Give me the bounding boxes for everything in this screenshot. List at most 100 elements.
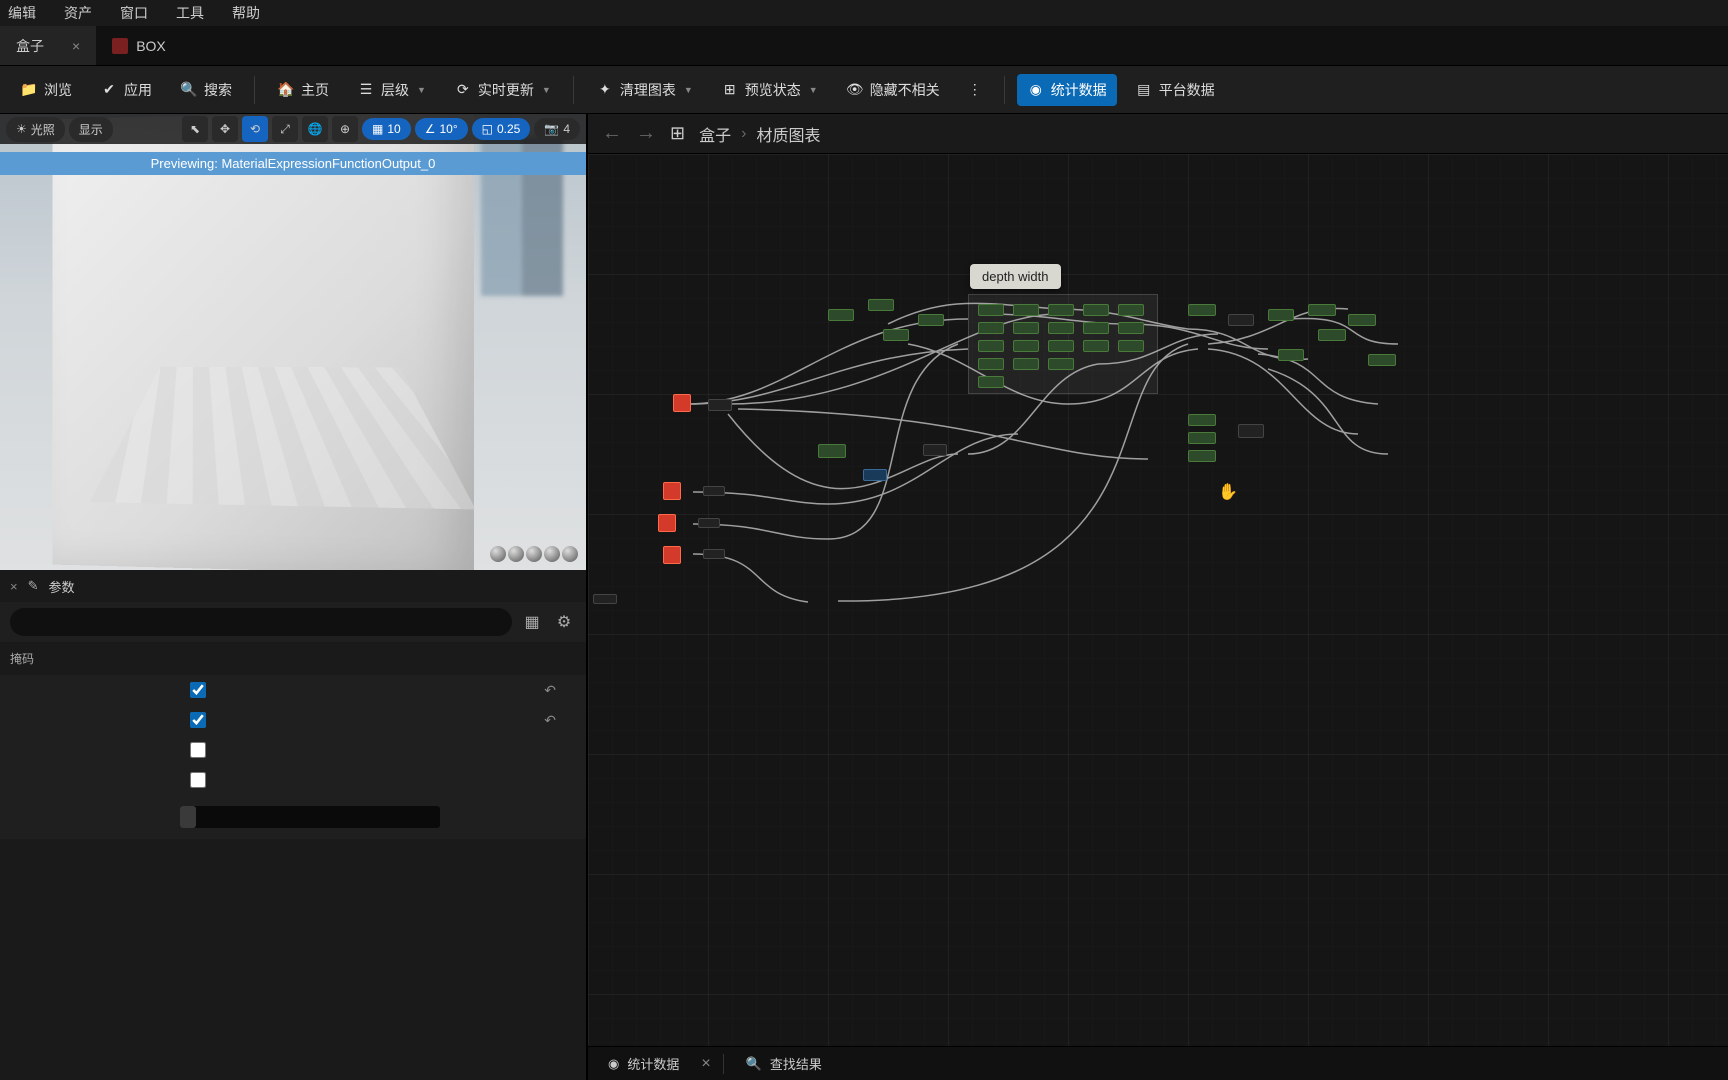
shape-custom[interactable]	[562, 546, 578, 562]
graph-node[interactable]	[1118, 340, 1144, 352]
preview-viewport[interactable]: ☀ 光照 显示 ⬉ ✥ ⟲ ⤢ 🌐 ⊕ ▦ 10 ∠ 10°	[0, 114, 586, 570]
graph-node[interactable]	[1083, 340, 1109, 352]
checkbox-2[interactable]	[190, 712, 206, 728]
graph-node[interactable]	[863, 469, 887, 481]
graph-node[interactable]	[1188, 432, 1216, 444]
graph-node[interactable]	[1318, 329, 1346, 341]
graph-node[interactable]	[1118, 322, 1144, 334]
clean-graph-dropdown[interactable]: ✦ 清理图表 ▼	[586, 74, 703, 106]
tab-box-en[interactable]: BOX	[96, 26, 182, 65]
select-tool[interactable]: ⬉	[182, 116, 208, 142]
nav-forward-icon[interactable]: →	[636, 122, 656, 145]
graph-node[interactable]	[1083, 322, 1109, 334]
browse-button[interactable]: 📁 浏览	[10, 74, 82, 106]
material-graph-canvas[interactable]: depth width ✋	[588, 154, 1728, 1046]
section-mask[interactable]: 掩码	[0, 642, 586, 675]
graph-node[interactable]	[708, 399, 732, 411]
graph-node[interactable]	[703, 549, 725, 559]
camera-speed[interactable]: 📷 4	[534, 118, 580, 140]
graph-node[interactable]	[923, 444, 947, 456]
value-slider[interactable]	[180, 806, 440, 828]
checkbox-1[interactable]	[190, 682, 206, 698]
graph-node[interactable]	[1368, 354, 1396, 366]
preview-state-dropdown[interactable]: ⊞ 预览状态 ▼	[711, 74, 828, 106]
graph-node[interactable]	[918, 314, 944, 326]
graph-node[interactable]	[978, 358, 1004, 370]
menu-asset[interactable]: 资产	[64, 3, 92, 23]
graph-node[interactable]	[818, 444, 846, 458]
tab-box-cn[interactable]: 盒子 ×	[0, 26, 96, 65]
undo-icon[interactable]: ↶	[544, 682, 556, 699]
platform-data-button[interactable]: ▤ 平台数据	[1125, 74, 1225, 106]
graph-node[interactable]	[663, 546, 681, 564]
menu-tools[interactable]: 工具	[176, 3, 204, 23]
move-tool[interactable]: ✥	[212, 116, 238, 142]
checkbox-3[interactable]	[190, 742, 206, 758]
close-icon[interactable]: ×	[72, 38, 80, 54]
graph-node[interactable]	[978, 340, 1004, 352]
hierarchy-dropdown[interactable]: ☰ 层级 ▼	[347, 74, 436, 106]
graph-node[interactable]	[698, 518, 720, 528]
graph-node[interactable]	[1048, 340, 1074, 352]
graph-node[interactable]	[1118, 304, 1144, 316]
shape-cylinder[interactable]	[490, 546, 506, 562]
shape-plane[interactable]	[526, 546, 542, 562]
menu-help[interactable]: 帮助	[232, 3, 260, 23]
apply-button[interactable]: ✔ 应用	[90, 74, 162, 106]
checkbox-4[interactable]	[190, 772, 206, 788]
close-icon[interactable]: ×	[10, 579, 18, 594]
graph-node[interactable]	[1188, 414, 1216, 426]
graph-node[interactable]	[1278, 349, 1304, 361]
search-button[interactable]: 🔍 搜索	[170, 74, 242, 106]
graph-node[interactable]	[1268, 309, 1294, 321]
graph-node[interactable]	[1048, 322, 1074, 334]
shape-cube[interactable]	[544, 546, 560, 562]
params-search-input[interactable]	[10, 608, 512, 636]
graph-node[interactable]	[978, 322, 1004, 334]
display-button[interactable]: 显示	[69, 117, 113, 142]
shape-sphere[interactable]	[508, 546, 524, 562]
graph-node[interactable]	[978, 376, 1004, 388]
grid-snap[interactable]: ▦ 10	[362, 118, 411, 140]
graph-node[interactable]	[593, 594, 617, 604]
breadcrumb-current[interactable]: 材质图表	[756, 122, 820, 146]
lighting-mode-button[interactable]: ☀ 光照	[6, 117, 65, 142]
graph-node[interactable]	[1308, 304, 1336, 316]
graph-node[interactable]	[1013, 340, 1039, 352]
gear-icon[interactable]: ⚙	[552, 610, 576, 634]
graph-node[interactable]	[673, 394, 691, 412]
graph-node[interactable]	[1083, 304, 1109, 316]
stats-tab[interactable]: ◉ 统计数据	[598, 1050, 689, 1077]
graph-node[interactable]	[703, 486, 725, 496]
view-grid-icon[interactable]: ▦	[520, 610, 544, 634]
graph-node[interactable]	[663, 482, 681, 500]
graph-node[interactable]	[1048, 304, 1074, 316]
breadcrumb-root[interactable]: 盒子	[699, 122, 731, 146]
graph-node[interactable]	[828, 309, 854, 321]
rotate-tool[interactable]: ⟲	[242, 116, 268, 142]
angle-snap[interactable]: ∠ 10°	[415, 118, 468, 140]
scale-tool[interactable]: ⤢	[272, 116, 298, 142]
undo-icon[interactable]: ↶	[544, 712, 556, 729]
graph-node[interactable]	[1048, 358, 1074, 370]
graph-node[interactable]	[868, 299, 894, 311]
close-icon[interactable]: ×	[701, 1055, 710, 1073]
graph-node[interactable]	[883, 329, 909, 341]
scale-snap[interactable]: ◱ 0.25	[472, 118, 531, 140]
graph-node[interactable]	[1238, 424, 1264, 438]
graph-node[interactable]	[1188, 450, 1216, 462]
menu-window[interactable]: 窗口	[120, 3, 148, 23]
graph-node[interactable]	[1013, 304, 1039, 316]
live-update-dropdown[interactable]: ⟳ 实时更新 ▼	[444, 74, 561, 106]
graph-node[interactable]	[1228, 314, 1254, 326]
world-local-toggle[interactable]: 🌐	[302, 116, 328, 142]
graph-node[interactable]	[978, 304, 1004, 316]
menu-edit[interactable]: 编辑	[8, 3, 36, 23]
graph-node[interactable]	[1348, 314, 1376, 326]
more-menu[interactable]: ⋮	[958, 75, 992, 104]
graph-node[interactable]	[1013, 322, 1039, 334]
graph-node[interactable]	[658, 514, 676, 532]
search-results-tab[interactable]: 🔍 查找结果	[736, 1050, 832, 1077]
graph-node[interactable]	[1013, 358, 1039, 370]
hide-unrelated-button[interactable]: 👁 隐藏不相关	[836, 74, 950, 106]
